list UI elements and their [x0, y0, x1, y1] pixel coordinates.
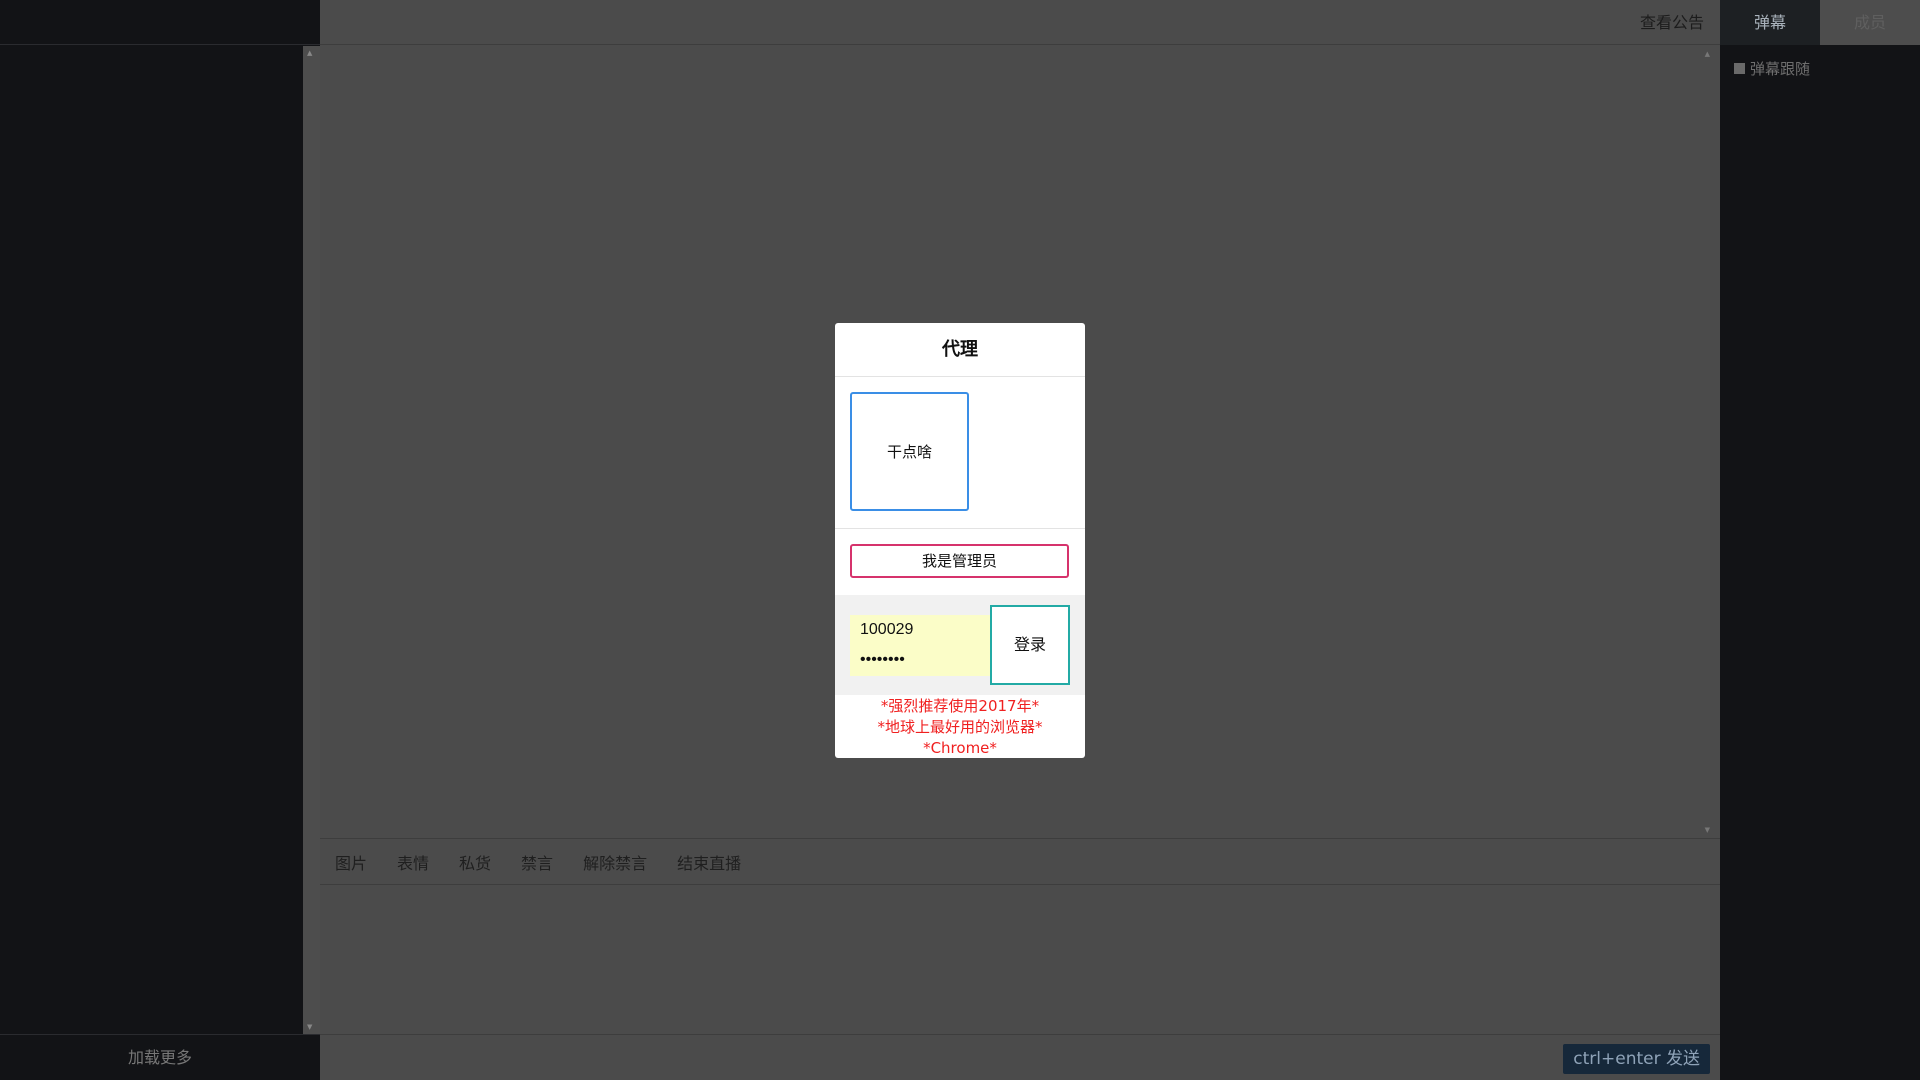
right-tabs: 弹幕 成员	[1720, 0, 1920, 45]
composer-footer: ctrl+enter 发送	[320, 1034, 1720, 1080]
tab-members[interactable]: 成员	[1820, 0, 1920, 45]
proxy-dialog: 代理 干点啥 我是管理员 登录 *强烈推荐使用2017年* *地球上最好用的浏览…	[835, 323, 1085, 758]
admin-row: 我是管理员	[835, 529, 1085, 595]
danmaku-follow-label: 弹幕跟随	[1750, 60, 1811, 78]
message-toolbar: 图片 表情 私货 禁言 解除禁言 结束直播	[320, 838, 1720, 885]
tool-private-goods[interactable]: 私货	[459, 850, 491, 874]
option-card[interactable]: 干点啥	[850, 392, 969, 511]
sidebar-header	[0, 0, 320, 45]
username-input[interactable]	[850, 615, 990, 645]
sidebar-scrollbar[interactable]: ▲ ▼	[303, 46, 320, 1034]
tab-danmaku[interactable]: 弹幕	[1720, 0, 1820, 45]
danmaku-follow-toggle[interactable]: 弹幕跟随	[1734, 58, 1810, 79]
browser-recommendation: *强烈推荐使用2017年* *地球上最好用的浏览器* *Chrome*	[835, 695, 1085, 758]
note-line: *Chrome*	[923, 739, 997, 757]
note-line: *强烈推荐使用2017年*	[880, 697, 1040, 715]
password-input[interactable]	[850, 645, 990, 675]
view-notice-link[interactable]: 查看公告	[1640, 0, 1704, 45]
scroll-up-arrow-icon[interactable]: ▲	[307, 49, 312, 57]
load-more-button[interactable]: 加载更多	[0, 1034, 320, 1080]
login-button[interactable]: 登录	[990, 605, 1070, 685]
tool-emoji[interactable]: 表情	[397, 850, 429, 874]
dialog-options: 干点啥	[835, 377, 1085, 529]
tool-image[interactable]: 图片	[335, 850, 367, 874]
dialog-title: 代理	[835, 323, 1085, 377]
scroll-up-arrow-icon[interactable]: ▲	[1705, 50, 1710, 58]
message-editor[interactable]	[320, 885, 1720, 1034]
main-header: 查看公告	[320, 0, 1720, 45]
login-form: 登录	[835, 595, 1085, 695]
checkbox-icon[interactable]	[1734, 63, 1745, 74]
tool-end-live[interactable]: 结束直播	[677, 850, 741, 874]
login-inputs	[850, 615, 990, 676]
tool-mute[interactable]: 禁言	[521, 850, 553, 874]
left-sidebar: ▲ ▼ 加载更多	[0, 0, 320, 1080]
i-am-admin-button[interactable]: 我是管理员	[850, 544, 1069, 578]
tool-unmute[interactable]: 解除禁言	[583, 850, 647, 874]
send-button[interactable]: ctrl+enter 发送	[1563, 1044, 1710, 1074]
note-line: *地球上最好用的浏览器*	[877, 718, 1043, 736]
scroll-down-arrow-icon[interactable]: ▼	[307, 1023, 312, 1031]
right-panel: 弹幕 成员 弹幕跟随	[1720, 0, 1920, 1080]
scroll-down-arrow-icon[interactable]: ▼	[1705, 826, 1710, 834]
